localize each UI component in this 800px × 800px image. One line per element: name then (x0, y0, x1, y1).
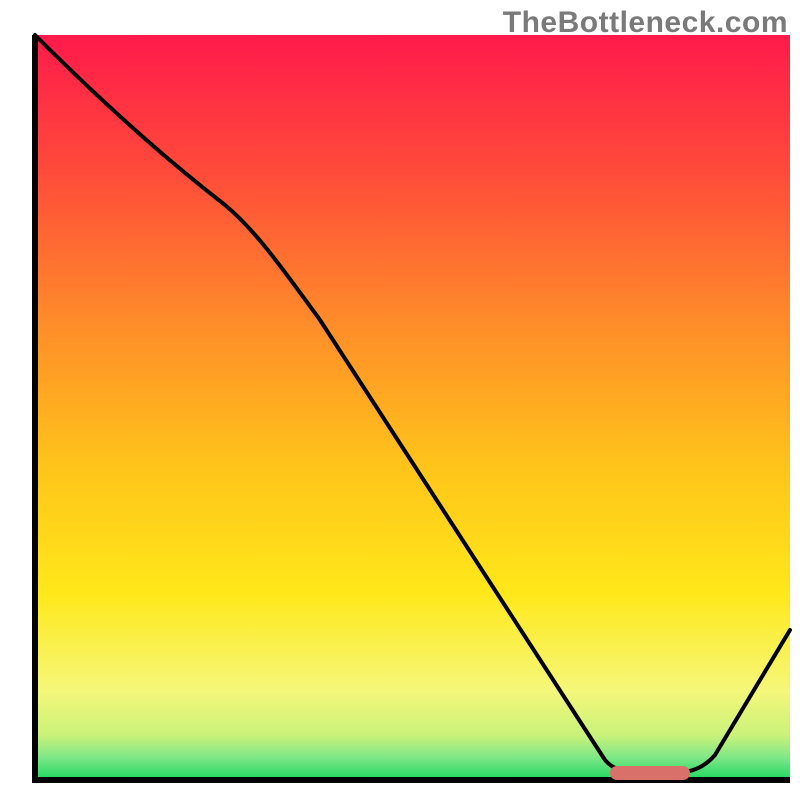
chart-container: TheBottleneck.com (0, 0, 800, 800)
gradient-background (35, 35, 790, 780)
watermark-text: TheBottleneck.com (503, 6, 788, 40)
optimal-marker (610, 766, 690, 780)
bottleneck-chart (0, 0, 800, 800)
